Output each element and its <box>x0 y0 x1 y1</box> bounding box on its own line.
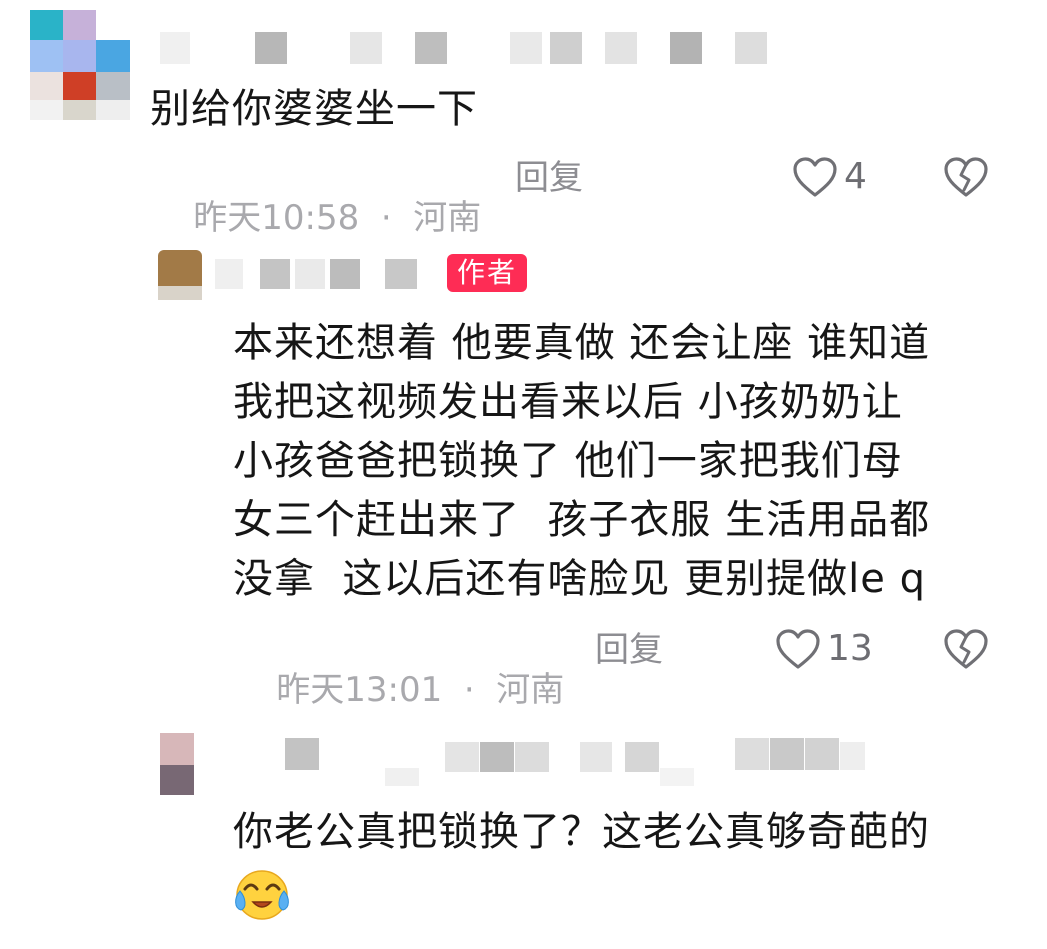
location: 河南 <box>496 670 565 710</box>
crying-laughing-emoji <box>235 870 289 920</box>
dislike-broken-heart-icon <box>944 629 988 669</box>
comment-text-line-5: 没拿 这以后还有啥脸见 更别提做le q <box>233 556 926 602</box>
avatar[interactable] <box>160 733 194 795</box>
username-blurred[interactable] <box>285 738 885 788</box>
comment-meta: 昨天13:01 · 河南 <box>233 630 564 750</box>
comment-text-line-1: 本来还想着 他要真做 还会让座 谁知道 <box>233 320 931 366</box>
dislike-broken-heart-icon <box>944 157 988 197</box>
like-heart-icon <box>793 157 837 197</box>
like-heart-icon <box>776 629 820 669</box>
reply-button[interactable]: 回复 <box>595 630 663 670</box>
username-blurred[interactable] <box>215 257 435 291</box>
meta-separator: · <box>359 198 414 238</box>
comment-text-line-4: 女三个赶出来了 孩子衣服 生活用品都 <box>233 497 931 543</box>
location: 河南 <box>413 198 482 238</box>
meta-separator: · <box>442 670 497 710</box>
comment-text-line-3: 小孩爸爸把锁换了 他们一家把我们母 <box>233 438 903 484</box>
avatar[interactable] <box>158 250 202 300</box>
like-count: 13 <box>827 628 873 669</box>
like-button[interactable]: 13 <box>775 628 873 670</box>
comment-text: 你老公真把锁换了？这老公真够奇葩的 <box>233 809 930 855</box>
timestamp: 昨天13:01 <box>276 670 443 710</box>
dislike-button[interactable] <box>943 628 989 674</box>
comment-text-line-2: 我把这视频发出看来以后 小孩奶奶让 <box>233 379 903 425</box>
timestamp: 昨天10:58 <box>193 198 360 238</box>
author-badge: 作者 <box>447 254 528 292</box>
like-count: 4 <box>844 156 867 197</box>
username-blurred[interactable] <box>160 30 780 66</box>
reply-button[interactable]: 回复 <box>515 158 583 198</box>
dislike-button[interactable] <box>943 156 989 202</box>
comment-text: 别给你婆婆坐一下 <box>150 86 478 132</box>
like-button[interactable]: 4 <box>792 156 867 198</box>
avatar[interactable] <box>30 10 130 120</box>
